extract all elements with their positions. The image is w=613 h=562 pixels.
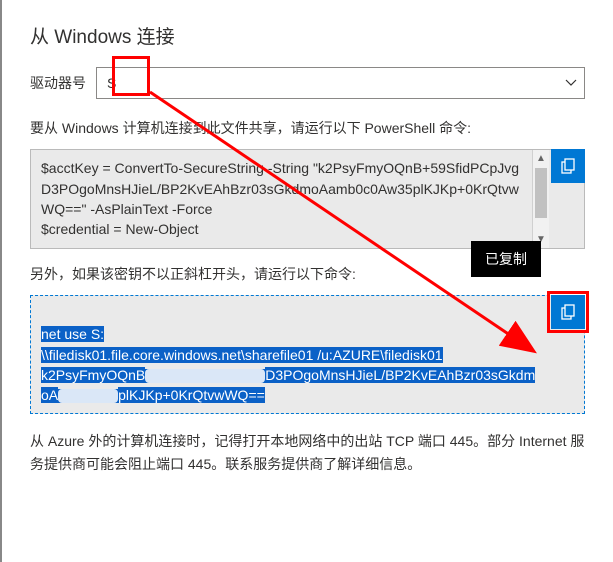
scroll-thumb[interactable] (535, 168, 547, 218)
copy-button-1[interactable] (551, 149, 585, 183)
code-text-powershell[interactable]: $acctKey = ConvertTo-SecureString -Strin… (30, 149, 585, 248)
scrollbar[interactable]: ▲ ▼ (532, 150, 549, 247)
copied-tooltip: 已复制 (471, 241, 541, 277)
instruction-port445: 从 Azure 外的计算机连接时，记得打开本地网络中的出站 TCP 端口 445… (30, 430, 585, 475)
copy-icon (559, 303, 577, 321)
drive-letter-select-wrap: S (96, 67, 585, 99)
code-text-netuse[interactable]: net use S: \\filedisk01.file.core.window… (30, 295, 585, 414)
drive-letter-select[interactable]: S (96, 67, 585, 99)
copy-icon (559, 157, 577, 175)
copy-button-2[interactable] (551, 295, 585, 329)
code-block-powershell: $acctKey = ConvertTo-SecureString -Strin… (30, 149, 585, 248)
drive-letter-label: 驱动器号 (30, 73, 86, 93)
panel-title: 从 Windows 连接 (30, 22, 585, 49)
instruction-powershell: 要从 Windows 计算机连接到此文件共享，请运行以下 PowerShell … (30, 117, 585, 139)
redacted-region (145, 369, 265, 383)
scroll-up-icon[interactable]: ▲ (533, 150, 549, 167)
redacted-region (58, 389, 118, 403)
code-block-netuse: 已复制 net use S: \\filedisk01.file.core.wi… (30, 295, 585, 414)
